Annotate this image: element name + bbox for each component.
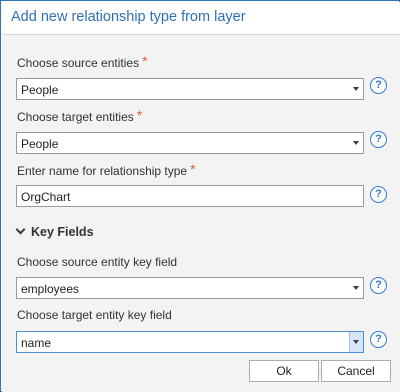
relationship-name-value: OrgChart <box>21 190 71 204</box>
relationship-name-input[interactable]: OrgChart <box>16 185 364 207</box>
chevron-down-icon <box>353 87 359 91</box>
help-icon[interactable]: ? <box>370 331 387 348</box>
source-entities-label: Choose source entities * <box>17 53 148 70</box>
dropdown-button[interactable] <box>349 332 363 352</box>
source-entities-select[interactable]: People <box>16 78 364 100</box>
relationship-name-label: Enter name for relationship type * <box>17 161 196 178</box>
target-entities-label-text: Choose target entities <box>17 110 134 124</box>
help-icon[interactable]: ? <box>370 186 387 203</box>
key-fields-toggle[interactable]: Key Fields <box>15 224 94 241</box>
source-key-select[interactable]: employees <box>16 277 364 299</box>
chevron-down-icon <box>353 141 359 145</box>
source-entities-value: People <box>21 83 59 97</box>
target-entities-label: Choose target entities * <box>17 107 143 124</box>
required-indicator: * <box>190 161 196 177</box>
help-icon[interactable]: ? <box>370 277 387 294</box>
target-key-value: name <box>21 336 52 350</box>
required-indicator: * <box>136 107 143 123</box>
ok-button[interactable]: Ok <box>249 360 319 382</box>
target-key-select[interactable]: name <box>16 331 364 353</box>
key-fields-header: Key Fields <box>31 225 94 239</box>
chevron-down-icon <box>353 340 359 344</box>
source-key-value: employees <box>21 282 80 296</box>
cancel-button[interactable]: Cancel <box>321 360 391 382</box>
target-key-label: Choose target entity key field <box>17 308 172 322</box>
required-indicator: * <box>142 53 148 69</box>
source-entities-label-text: Choose source entities <box>17 56 140 70</box>
title-bar: Add new relationship type from layer <box>2 2 400 34</box>
relationship-name-label-text: Enter name for relationship type <box>17 164 188 178</box>
help-icon[interactable]: ? <box>370 131 387 148</box>
source-key-label: Choose source entity key field <box>17 255 178 269</box>
chevron-down-icon <box>353 286 359 290</box>
target-entities-select[interactable]: People <box>16 132 364 154</box>
dialog-title: Add new relationship type from layer <box>11 9 246 25</box>
help-icon[interactable]: ? <box>370 77 387 94</box>
chevron-down-icon <box>15 224 26 235</box>
add-relationship-dialog: Add new relationship type from layer Cho… <box>0 0 400 392</box>
target-entities-value: People <box>21 137 59 151</box>
